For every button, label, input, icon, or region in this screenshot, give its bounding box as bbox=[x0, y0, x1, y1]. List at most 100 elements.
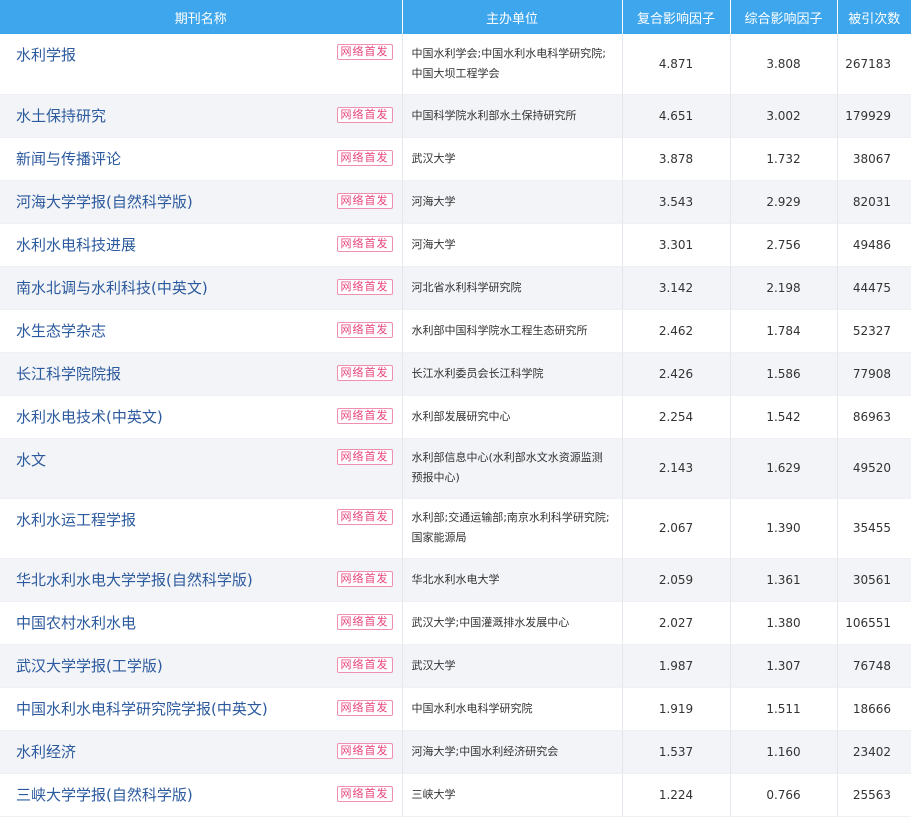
comprehensive-if-cell: 1.629 bbox=[730, 438, 838, 499]
table-row: 水生态学杂志 网络首发 水利部中国科学院水工程生态研究所 2.462 1.784 5232… bbox=[0, 309, 911, 353]
organizer-cell: 中国水利水电科学研究院 bbox=[402, 687, 623, 731]
organizer-cell: 水利部发展研究中心 bbox=[402, 395, 623, 439]
table-row: 水利水电科技进展 网络首发 河海大学 3.301 2.756 49486 bbox=[0, 223, 911, 267]
organizer-cell: 水利部;交通运输部;南京水利科学研究院;国家能源局 bbox=[402, 498, 623, 559]
organizer-cell: 三峡大学 bbox=[402, 773, 623, 817]
composite-if-cell: 3.543 bbox=[622, 180, 731, 224]
online-first-badge[interactable]: 网络首发 bbox=[336, 656, 393, 673]
cited-count-cell: 82031 bbox=[837, 180, 911, 224]
online-first-badge[interactable]: 网络首发 bbox=[336, 785, 393, 802]
online-first-badge[interactable]: 网络首发 bbox=[336, 235, 393, 252]
composite-if-cell: 2.067 bbox=[622, 498, 731, 559]
table-row: 河海大学学报(自然科学版) 网络首发 河海大学 3.543 2.929 82031 bbox=[0, 180, 911, 224]
online-first-badge[interactable]: 网络首发 bbox=[336, 699, 393, 716]
cited-count-cell: 18666 bbox=[837, 687, 911, 731]
table-row: 武汉大学学报(工学版) 网络首发 武汉大学 1.987 1.307 76748 bbox=[0, 644, 911, 688]
header-cited-count[interactable]: 被引次数 bbox=[837, 0, 911, 34]
cited-count-cell: 38067 bbox=[837, 137, 911, 181]
online-first-badge[interactable]: 网络首发 bbox=[336, 613, 393, 630]
composite-if-cell: 2.462 bbox=[622, 309, 731, 353]
organizer-cell: 长江水利委员会长江科学院 bbox=[402, 352, 623, 396]
composite-if-cell: 2.059 bbox=[622, 558, 731, 602]
organizer-cell: 水利部信息中心(水利部水文水资源监测预报中心) bbox=[402, 438, 623, 499]
table-row: 三峡大学学报(自然科学版) 网络首发 三峡大学 1.224 0.766 25563 bbox=[0, 773, 911, 817]
header-comprehensive-if[interactable]: 综合影响因子 bbox=[730, 0, 838, 34]
journal-table: 期刊名称 主办单位 复合影响因子 综合影响因子 被引次数 水利学报 网络首发 中国水… bbox=[0, 0, 911, 817]
organizer-cell: 河北省水利科学研究院 bbox=[402, 266, 623, 310]
composite-if-cell: 1.919 bbox=[622, 687, 731, 731]
journal-name-cell: 南水北调与水利科技(中英文) 网络首发 bbox=[0, 266, 403, 310]
online-first-badge[interactable]: 网络首发 bbox=[336, 448, 393, 465]
journal-name-cell: 水生态学杂志 网络首发 bbox=[0, 309, 403, 353]
table-header-row: 期刊名称 主办单位 复合影响因子 综合影响因子 被引次数 bbox=[0, 0, 911, 34]
table-row: 水利水电技术(中英文) 网络首发 水利部发展研究中心 2.254 1.542 86963 bbox=[0, 395, 911, 439]
journal-name-cell: 河海大学学报(自然科学版) 网络首发 bbox=[0, 180, 403, 224]
header-organizer[interactable]: 主办单位 bbox=[402, 0, 623, 34]
composite-if-cell: 4.651 bbox=[622, 94, 731, 138]
comprehensive-if-cell: 1.390 bbox=[730, 498, 838, 559]
cited-count-cell: 23402 bbox=[837, 730, 911, 774]
composite-if-cell: 2.254 bbox=[622, 395, 731, 439]
cited-count-cell: 49520 bbox=[837, 438, 911, 499]
journal-name-cell: 新闻与传播评论 网络首发 bbox=[0, 137, 403, 181]
online-first-badge[interactable]: 网络首发 bbox=[336, 508, 393, 525]
cited-count-cell: 35455 bbox=[837, 498, 911, 559]
journal-name-cell: 水利学报 网络首发 bbox=[0, 34, 403, 95]
composite-if-cell: 1.987 bbox=[622, 644, 731, 688]
composite-if-cell: 1.537 bbox=[622, 730, 731, 774]
online-first-badge[interactable]: 网络首发 bbox=[336, 407, 393, 424]
cited-count-cell: 30561 bbox=[837, 558, 911, 602]
online-first-badge[interactable]: 网络首发 bbox=[336, 192, 393, 209]
table-row: 华北水利水电大学学报(自然科学版) 网络首发 华北水利水电大学 2.059 1.361 3… bbox=[0, 558, 911, 602]
table-row: 中国农村水利水电 网络首发 武汉大学;中国灌溉排水发展中心 2.027 1.380 106… bbox=[0, 601, 911, 645]
cited-count-cell: 77908 bbox=[837, 352, 911, 396]
comprehensive-if-cell: 1.732 bbox=[730, 137, 838, 181]
online-first-badge[interactable]: 网络首发 bbox=[336, 44, 393, 60]
journal-name-cell: 水土保持研究 网络首发 bbox=[0, 94, 403, 138]
online-first-badge[interactable]: 网络首发 bbox=[336, 278, 393, 295]
cited-count-cell: 86963 bbox=[837, 395, 911, 439]
online-first-badge[interactable]: 网络首发 bbox=[336, 106, 393, 123]
cited-count-cell: 44475 bbox=[837, 266, 911, 310]
table-row: 水利学报 网络首发 中国水利学会;中国水利水电科学研究院;中国大坝工程学会 4.871… bbox=[0, 34, 911, 95]
comprehensive-if-cell: 1.586 bbox=[730, 352, 838, 396]
organizer-cell: 河海大学;中国水利经济研究会 bbox=[402, 730, 623, 774]
composite-if-cell: 3.142 bbox=[622, 266, 731, 310]
comprehensive-if-cell: 2.198 bbox=[730, 266, 838, 310]
comprehensive-if-cell: 1.542 bbox=[730, 395, 838, 439]
online-first-badge[interactable]: 网络首发 bbox=[336, 149, 393, 166]
comprehensive-if-cell: 3.002 bbox=[730, 94, 838, 138]
organizer-cell: 华北水利水电大学 bbox=[402, 558, 623, 602]
organizer-cell: 河海大学 bbox=[402, 223, 623, 267]
composite-if-cell: 2.143 bbox=[622, 438, 731, 499]
cited-count-cell: 76748 bbox=[837, 644, 911, 688]
comprehensive-if-cell: 1.160 bbox=[730, 730, 838, 774]
online-first-badge[interactable]: 网络首发 bbox=[336, 364, 393, 381]
header-journal-name[interactable]: 期刊名称 bbox=[0, 0, 403, 34]
journal-name-cell: 华北水利水电大学学报(自然科学版) 网络首发 bbox=[0, 558, 403, 602]
comprehensive-if-cell: 3.808 bbox=[730, 34, 838, 95]
cited-count-cell: 25563 bbox=[837, 773, 911, 817]
journal-name-cell: 三峡大学学报(自然科学版) 网络首发 bbox=[0, 773, 403, 817]
comprehensive-if-cell: 1.361 bbox=[730, 558, 838, 602]
header-composite-if[interactable]: 复合影响因子 bbox=[622, 0, 731, 34]
table-row: 水利水运工程学报 网络首发 水利部;交通运输部;南京水利科学研究院;国家能源局 2.0… bbox=[0, 498, 911, 559]
online-first-badge[interactable]: 网络首发 bbox=[336, 742, 393, 759]
table-row: 水利经济 网络首发 河海大学;中国水利经济研究会 1.537 1.160 23402 bbox=[0, 730, 911, 774]
journal-name-cell: 水利水电技术(中英文) 网络首发 bbox=[0, 395, 403, 439]
cited-count-cell: 49486 bbox=[837, 223, 911, 267]
table-row: 水文 网络首发 水利部信息中心(水利部水文水资源监测预报中心) 2.143 1.629 4… bbox=[0, 438, 911, 499]
comprehensive-if-cell: 1.380 bbox=[730, 601, 838, 645]
comprehensive-if-cell: 1.307 bbox=[730, 644, 838, 688]
organizer-cell: 中国科学院水利部水土保持研究所 bbox=[402, 94, 623, 138]
online-first-badge[interactable]: 网络首发 bbox=[336, 321, 393, 338]
table-row: 水土保持研究 网络首发 中国科学院水利部水土保持研究所 4.651 3.002 17992… bbox=[0, 94, 911, 138]
journal-name-cell: 水利水运工程学报 网络首发 bbox=[0, 498, 403, 559]
organizer-cell: 水利部中国科学院水工程生态研究所 bbox=[402, 309, 623, 353]
online-first-badge[interactable]: 网络首发 bbox=[336, 570, 393, 587]
composite-if-cell: 3.301 bbox=[622, 223, 731, 267]
table-body: 水利学报 网络首发 中国水利学会;中国水利水电科学研究院;中国大坝工程学会 4.871… bbox=[0, 34, 911, 817]
comprehensive-if-cell: 1.511 bbox=[730, 687, 838, 731]
journal-name-cell: 长江科学院院报 网络首发 bbox=[0, 352, 403, 396]
table-row: 新闻与传播评论 网络首发 武汉大学 3.878 1.732 38067 bbox=[0, 137, 911, 181]
